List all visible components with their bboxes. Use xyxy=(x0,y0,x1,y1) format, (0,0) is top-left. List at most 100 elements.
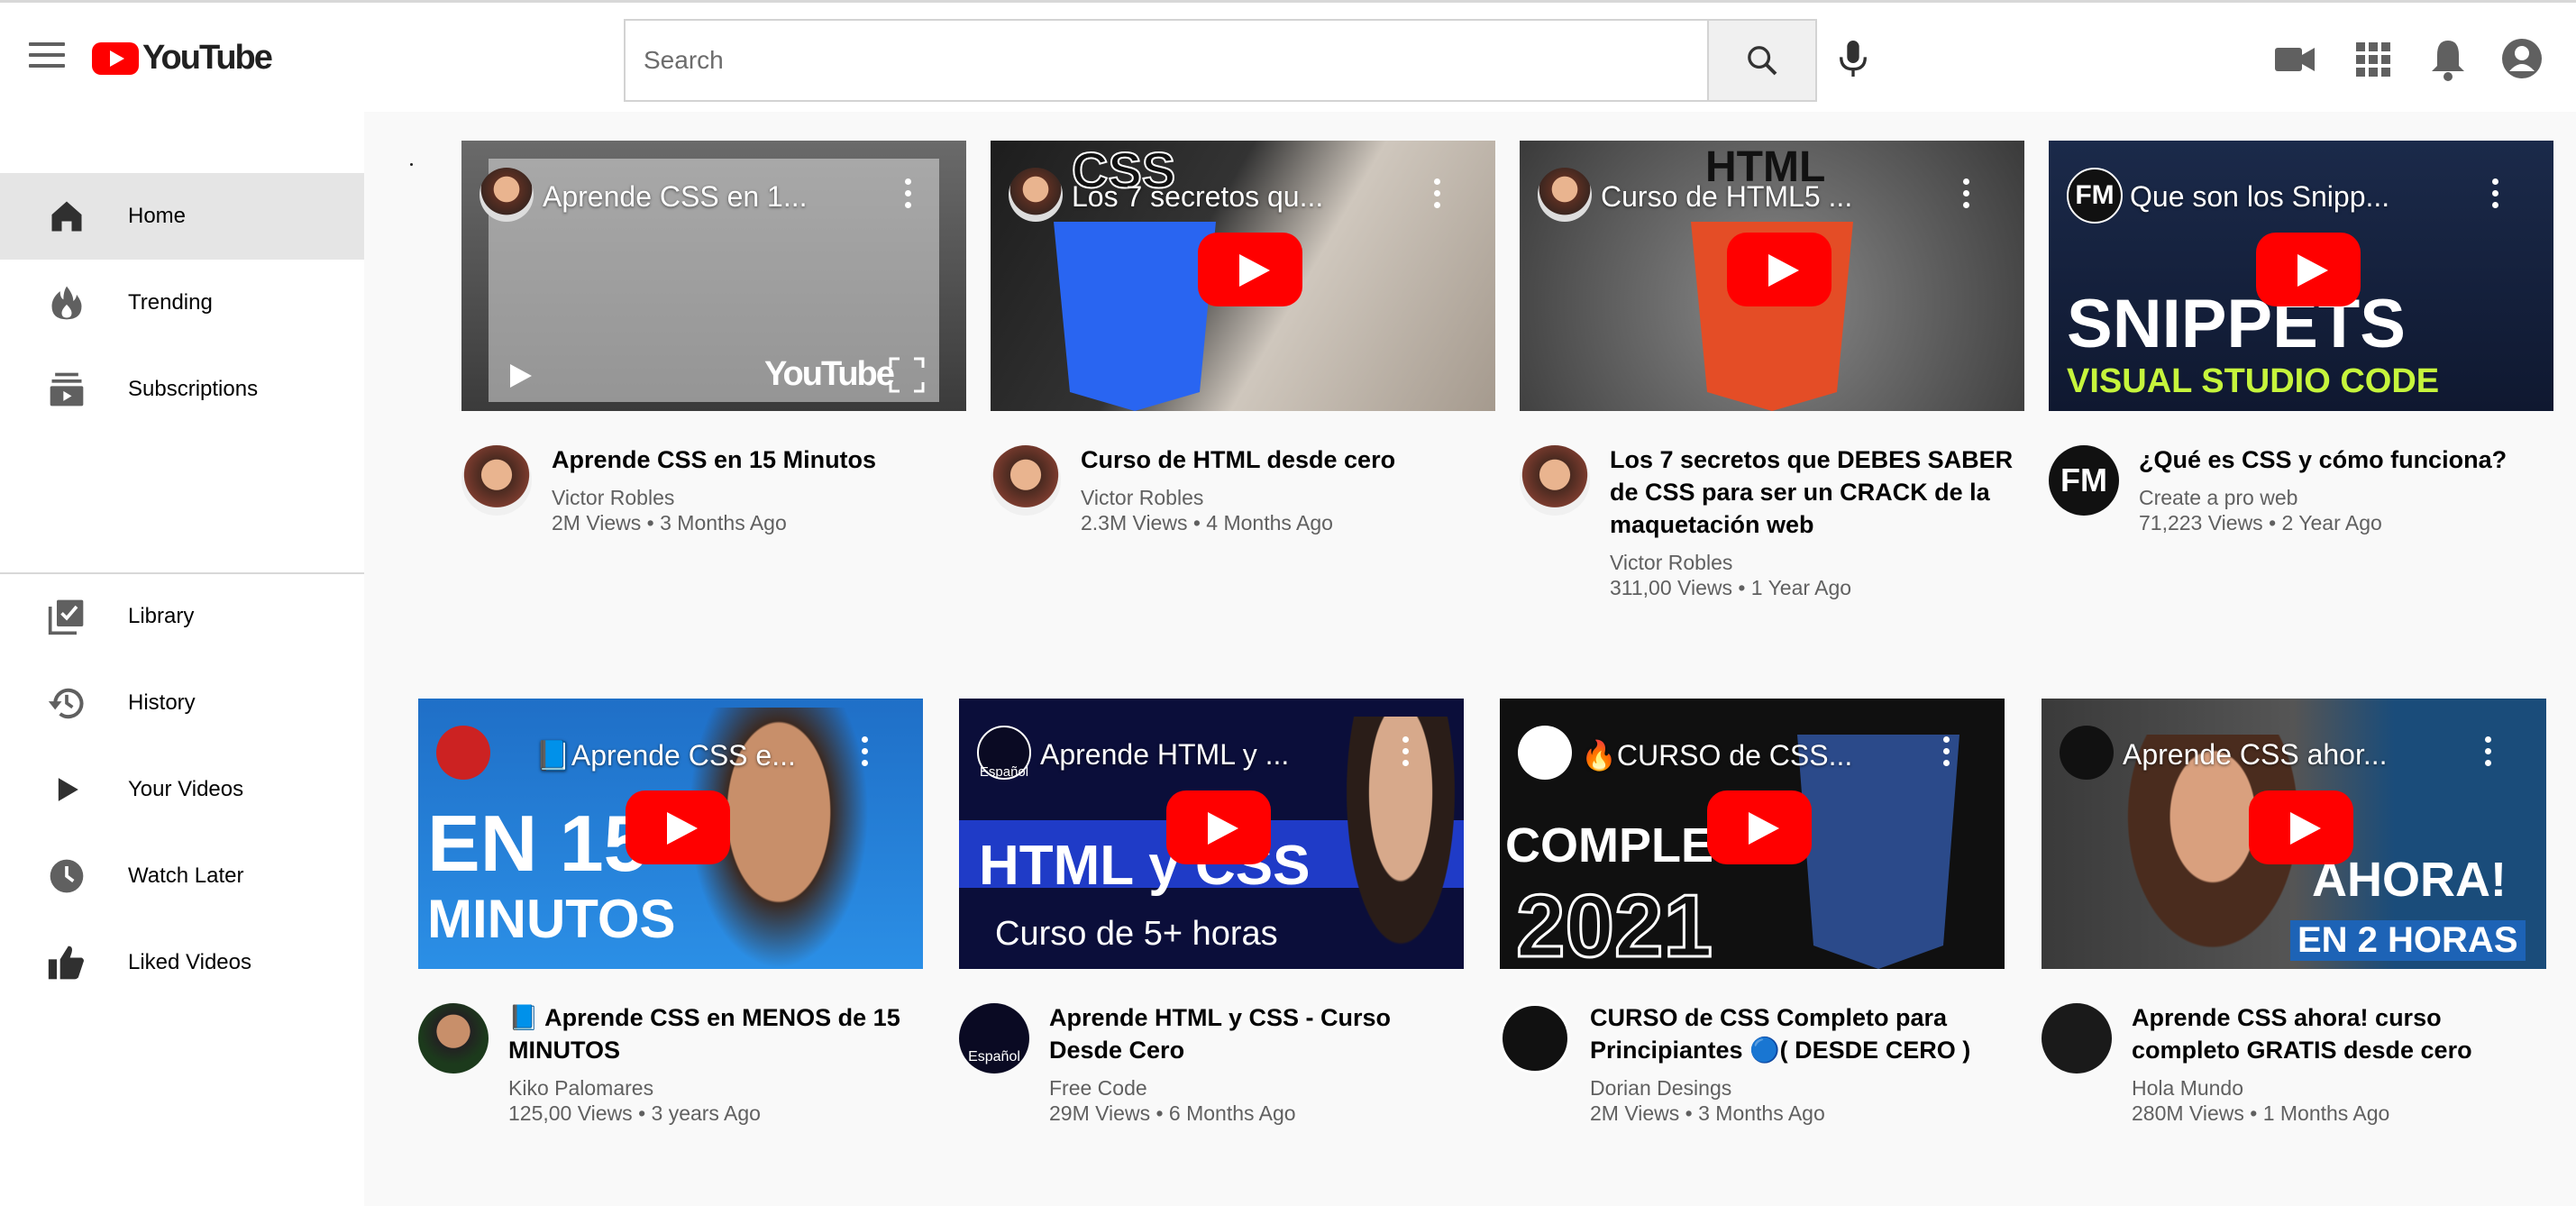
sidebar-item-trending[interactable]: Trending xyxy=(0,260,364,346)
video-thumbnail[interactable]: FM Que son los Snipp... SNIPPETS VISUAL … xyxy=(2049,141,2553,411)
play-button[interactable] xyxy=(2249,790,2353,864)
more-options-icon[interactable] xyxy=(1434,178,1441,211)
video-thumbnail[interactable]: Aprende CSS en 1... YouTube xyxy=(461,141,966,411)
sidebar-item-label: Subscriptions xyxy=(128,377,259,401)
thumbnail-overlay-text: EN 15 xyxy=(427,799,648,888)
video-card[interactable]: CSS Los 7 secretos qu... Curso de HTML d… xyxy=(991,141,1495,535)
channel-avatar: FM xyxy=(2067,168,2123,224)
library-icon xyxy=(48,599,84,635)
sidebar-item-label: Library xyxy=(128,604,195,628)
thumbnail-overlay-subtext: EN 2 HORAS xyxy=(2290,920,2526,961)
channel-name[interactable]: Victor Robles xyxy=(552,485,966,510)
more-options-icon[interactable] xyxy=(862,736,869,769)
video-card[interactable]: FM Que son los Snipp... SNIPPETS VISUAL … xyxy=(2049,141,2553,535)
video-title[interactable]: 📘 Aprende CSS en MENOS de 15 MINUTOS xyxy=(508,1001,923,1066)
history-icon xyxy=(48,688,84,719)
more-options-icon[interactable] xyxy=(2492,178,2499,211)
sidebar-item-watch-later[interactable]: Watch Later xyxy=(0,833,364,919)
mic-icon[interactable] xyxy=(1835,37,1871,80)
more-options-icon[interactable] xyxy=(1943,736,1950,769)
search-button[interactable] xyxy=(1707,21,1815,100)
search-input[interactable] xyxy=(626,21,1709,100)
sidebar-item-label: Watch Later xyxy=(128,863,244,888)
channel-name[interactable]: Victor Robles xyxy=(1081,485,1495,510)
video-stats: 29M Views • 6 Months Ago xyxy=(1049,1101,1296,1125)
video-title[interactable]: Aprende CSS en 15 Minutos xyxy=(552,443,966,476)
play-icon[interactable] xyxy=(508,362,534,389)
video-stats: 2M Views • 3 Months Ago xyxy=(1590,1101,1825,1125)
channel-avatar[interactable] xyxy=(1520,445,1590,516)
video-title[interactable]: Los 7 secretos que DEBES SABER de CSS pa… xyxy=(1610,443,2024,541)
more-options-icon[interactable] xyxy=(2485,736,2492,769)
channel-avatar[interactable] xyxy=(461,445,532,516)
channel-avatar[interactable]: FM xyxy=(2049,445,2119,516)
channel-name[interactable]: Hola Mundo xyxy=(2132,1075,2546,1101)
channel-avatar xyxy=(2060,726,2114,780)
thumbnail-title: 🔥CURSO de CSS... xyxy=(1581,739,1853,772)
video-thumbnail[interactable]: Aprende CSS ahor... AHORA! EN 2 HORAS xyxy=(2042,699,2546,969)
sidebar-item-your-videos[interactable]: Your Videos xyxy=(0,746,364,833)
channel-avatar xyxy=(1009,168,1063,222)
video-thumbnail[interactable]: CSS Los 7 secretos qu... xyxy=(991,141,1495,411)
sidebar-item-home[interactable]: Home xyxy=(0,173,364,260)
video-card[interactable]: HTML Curso de HTML5 ... Los 7 secretos q… xyxy=(1520,141,2024,600)
video-title[interactable]: Aprende CSS ahora! curso completo GRATIS… xyxy=(2132,1001,2546,1066)
video-title[interactable]: Curso de HTML desde cero xyxy=(1081,443,1495,476)
channel-name[interactable]: Kiko Palomares xyxy=(508,1075,923,1101)
channel-name[interactable]: Victor Robles xyxy=(1610,550,2024,575)
youtube-watermark: YouTube xyxy=(764,355,895,393)
channel-avatar[interactable] xyxy=(418,1003,489,1074)
play-button[interactable] xyxy=(2256,233,2361,306)
video-card[interactable]: Aprende CSS ahor... AHORA! EN 2 HORAS Ap… xyxy=(2042,699,2546,1126)
bell-icon[interactable] xyxy=(2426,33,2470,84)
video-card[interactable]: Aprende CSS en 1... YouTube Aprende CSS … xyxy=(461,141,966,535)
play-button[interactable] xyxy=(1707,790,1812,864)
video-thumbnail[interactable]: 📘Aprende CSS e... EN 15 MINUTOS xyxy=(418,699,923,969)
account-icon[interactable] xyxy=(2500,33,2544,84)
fullscreen-icon[interactable] xyxy=(889,357,925,393)
more-options-icon[interactable] xyxy=(1963,178,1970,211)
channel-avatar[interactable] xyxy=(2042,1003,2112,1074)
play-button[interactable] xyxy=(1198,233,1302,306)
sidebar-item-label: Your Videos xyxy=(128,777,244,801)
channel-avatar[interactable] xyxy=(1500,1003,1570,1074)
video-thumbnail[interactable]: Español Aprende HTML y ... HTML y CSS Cu… xyxy=(959,699,1464,969)
more-options-icon[interactable] xyxy=(1402,736,1410,769)
channel-avatar[interactable] xyxy=(991,445,1061,516)
sidebar-item-label: Liked Videos xyxy=(128,950,251,974)
video-card[interactable]: 📘Aprende CSS e... EN 15 MINUTOS 📘 Aprend… xyxy=(418,699,923,1126)
sidebar-item-subscriptions[interactable]: Subscriptions xyxy=(0,346,364,433)
video-camera-icon[interactable] xyxy=(2273,33,2316,84)
play-button[interactable] xyxy=(626,790,730,864)
apps-grid-icon[interactable] xyxy=(2351,33,2394,84)
video-thumbnail[interactable]: HTML Curso de HTML5 ... xyxy=(1520,141,2024,411)
thumb-up-icon xyxy=(48,946,84,980)
thumbnail-overlay-subtext: 2021 xyxy=(1514,875,1713,970)
sidebar-item-liked-videos[interactable]: Liked Videos xyxy=(0,919,364,1006)
play-icon xyxy=(58,778,78,801)
menu-icon[interactable] xyxy=(29,42,65,71)
video-stats: 280M Views • 1 Months Ago xyxy=(2132,1101,2390,1125)
video-title[interactable]: ¿Qué es CSS y cómo funciona? xyxy=(2139,443,2553,476)
video-title[interactable]: CURSO de CSS Completo para Principiantes… xyxy=(1590,1001,2005,1066)
video-title[interactable]: Aprende HTML y CSS - Curso Desde Cero xyxy=(1049,1001,1464,1066)
channel-name[interactable]: Dorian Desings xyxy=(1590,1075,2005,1101)
youtube-logo[interactable]: YouTube xyxy=(92,39,273,78)
video-stats: 311,00 Views • 1 Year Ago xyxy=(1610,576,1852,599)
thumbnail-title: Aprende HTML y ... xyxy=(1040,738,1290,771)
play-button[interactable] xyxy=(1166,790,1271,864)
more-options-icon[interactable] xyxy=(905,178,912,211)
video-card[interactable]: Español Aprende HTML y ... HTML y CSS Cu… xyxy=(959,699,1464,1126)
thumbnail-overlay-subtext: Curso de 5+ horas xyxy=(995,915,1278,953)
thumbnail-overlay-subtext: MINUTOS xyxy=(427,889,676,949)
video-card[interactable]: 🔥CURSO de CSS... COMPLE 2021 CURSO de CS… xyxy=(1500,699,2005,1126)
play-button[interactable] xyxy=(1727,233,1832,306)
sidebar-item-library[interactable]: Library xyxy=(0,573,364,660)
channel-avatar[interactable]: Español xyxy=(959,1003,1029,1074)
channel-name[interactable]: Create a pro web xyxy=(2139,485,2553,510)
sidebar-item-history[interactable]: History xyxy=(0,660,364,746)
channel-name[interactable]: Free Code xyxy=(1049,1075,1464,1101)
video-thumbnail[interactable]: 🔥CURSO de CSS... COMPLE 2021 xyxy=(1500,699,2005,969)
video-stats: 125,00 Views • 3 years Ago xyxy=(508,1101,761,1125)
sidebar-item-label: Trending xyxy=(128,290,213,315)
